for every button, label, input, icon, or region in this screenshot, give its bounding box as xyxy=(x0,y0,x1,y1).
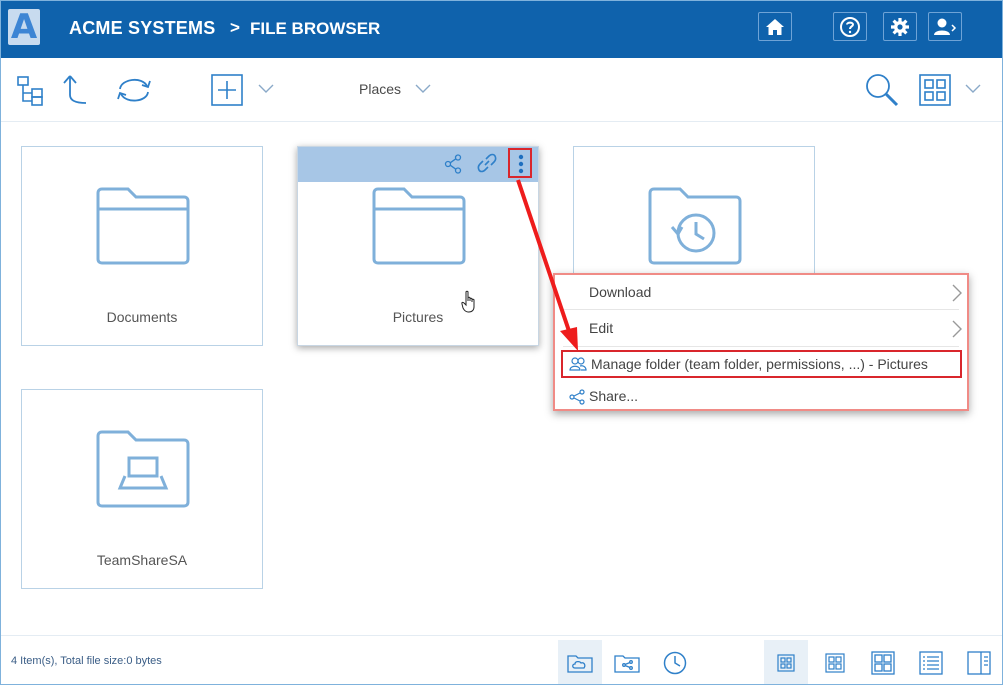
shared-folder-icon xyxy=(614,655,640,673)
shared-folder-button[interactable] xyxy=(605,640,649,684)
list-view-icon xyxy=(919,651,943,675)
view-preview-pane-button[interactable] xyxy=(957,640,1001,684)
medium-grid-icon xyxy=(825,653,845,673)
recent-button[interactable] xyxy=(653,640,697,684)
clock-icon xyxy=(663,651,687,675)
small-grid-icon xyxy=(777,654,795,672)
view-small-icons-button[interactable] xyxy=(764,640,808,684)
preview-pane-icon xyxy=(967,651,991,675)
status-text: 4 Item(s), Total file size:0 bytes xyxy=(11,655,162,667)
view-large-icons-button[interactable] xyxy=(861,640,905,684)
view-list-button[interactable] xyxy=(909,640,953,684)
app-window: A ACME SYSTEMS > FILE BROWSER Places Doc… xyxy=(0,0,1003,685)
cloud-folder-icon xyxy=(567,655,593,673)
status-bar: 4 Item(s), Total file size:0 bytes xyxy=(1,635,1002,684)
large-grid-icon xyxy=(871,651,895,675)
cloud-storage-button[interactable] xyxy=(558,640,602,684)
view-medium-icons-button[interactable] xyxy=(813,640,857,684)
annotation-arrow xyxy=(516,179,578,351)
